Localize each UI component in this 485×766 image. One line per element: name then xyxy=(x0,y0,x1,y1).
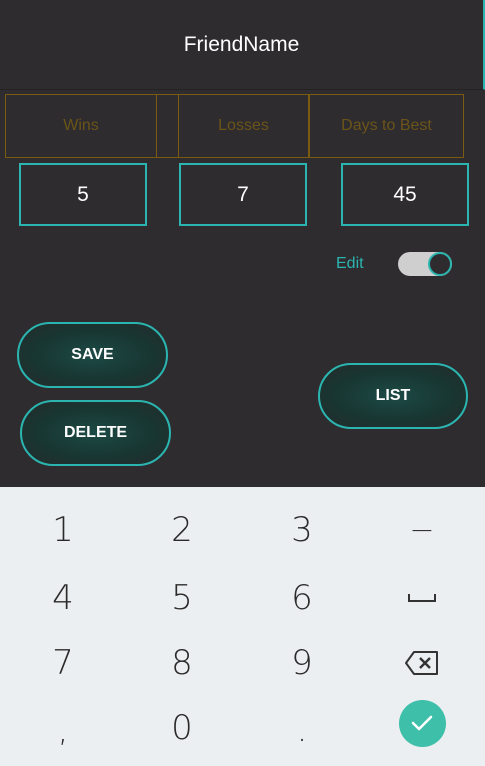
key-comma[interactable]: , xyxy=(3,697,123,763)
key-backspace[interactable] xyxy=(362,630,482,696)
key-9[interactable]: 9 xyxy=(242,630,362,696)
losses-field[interactable]: 7 xyxy=(179,163,307,226)
backspace-icon xyxy=(405,651,438,675)
key-period[interactable]: . xyxy=(242,697,362,763)
key-3[interactable]: 3 xyxy=(242,497,362,563)
key-1[interactable]: 1 xyxy=(3,497,123,563)
key-0[interactable]: 0 xyxy=(122,695,242,761)
done-circle xyxy=(398,699,446,747)
key-6[interactable]: 6 xyxy=(242,565,362,631)
wins-field[interactable]: 5 xyxy=(19,163,147,226)
header-divider xyxy=(157,94,178,158)
stats-header-row: Wins Losses Days to Best xyxy=(5,94,485,158)
key-5[interactable]: 5 xyxy=(122,565,242,631)
numeric-keyboard: 1 2 3 − 4 5 6 7 8 9 , 0 . xyxy=(0,487,485,766)
key-minus[interactable]: − xyxy=(362,497,482,563)
done-key[interactable] xyxy=(362,690,482,756)
check-icon xyxy=(411,715,433,731)
edit-toggle[interactable] xyxy=(398,252,452,276)
key-7[interactable]: 7 xyxy=(3,630,123,696)
toggle-knob xyxy=(428,252,452,276)
key-4[interactable]: 4 xyxy=(3,565,123,631)
edit-label: Edit xyxy=(336,255,364,272)
title-bar: FriendName xyxy=(0,0,485,90)
days-to-best-header: Days to Best xyxy=(309,94,464,158)
list-button[interactable]: LIST xyxy=(318,363,468,429)
key-2[interactable]: 2 xyxy=(122,497,242,563)
losses-header: Losses xyxy=(178,94,309,158)
wins-header: Wins xyxy=(5,94,157,158)
key-8[interactable]: 8 xyxy=(122,630,242,696)
key-space[interactable] xyxy=(362,565,482,631)
save-button[interactable]: SAVE xyxy=(17,322,168,388)
space-icon xyxy=(408,594,436,602)
delete-button[interactable]: DELETE xyxy=(20,400,171,466)
page-title: FriendName xyxy=(183,32,300,56)
days-to-best-field[interactable]: 45 xyxy=(341,163,469,226)
app-screen: FriendName Wins Losses Days to Best 5 7 … xyxy=(0,0,485,487)
